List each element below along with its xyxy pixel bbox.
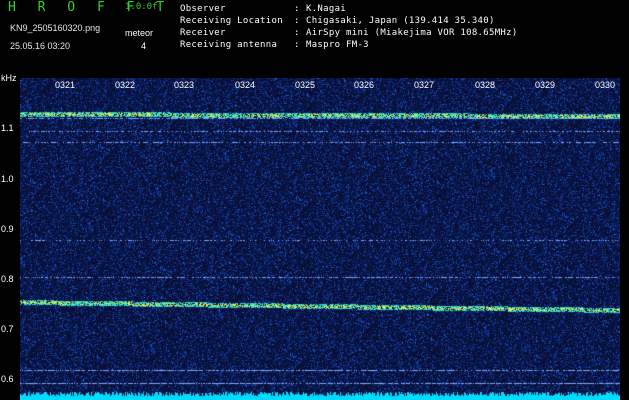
info-sep: : — [294, 16, 300, 26]
spectrogram-panel — [20, 78, 620, 400]
info-row-receiver: Receiver : AirSpy mini (Miakejima VOR 10… — [180, 27, 518, 39]
info-value: Maspro FM-3 — [306, 40, 369, 50]
x-tick-label: 0330 — [595, 80, 616, 90]
y-axis-unit: kHz — [1, 73, 17, 83]
y-tick-label: 0.6 — [1, 374, 14, 384]
x-tick-label: 0329 — [535, 80, 556, 90]
station-info: Observer : K.Nagai Receiving Location : … — [180, 3, 518, 51]
x-tick-label: 0328 — [475, 80, 496, 90]
y-tick-label: 0.7 — [1, 324, 14, 334]
y-tick-label: 1.0 — [1, 174, 14, 184]
waterfall-spectrogram — [20, 78, 620, 400]
info-row-antenna: Receiving antenna : Maspro FM-3 — [180, 39, 518, 51]
info-key: Observer — [180, 4, 226, 14]
x-tick-label: 0321 — [55, 80, 76, 90]
info-key: Receiver — [180, 28, 226, 38]
filename-label: KN9_2505160320.png — [10, 23, 101, 33]
meteor-count-label: meteor — [125, 28, 154, 38]
info-sep: : — [294, 4, 300, 14]
info-sep: : — [294, 40, 300, 50]
x-tick-label: 0325 — [295, 80, 316, 90]
x-tick-label: 0322 — [115, 80, 136, 90]
info-row-observer: Observer : K.Nagai — [180, 3, 518, 15]
info-key: Receiving Location — [180, 16, 283, 26]
datetime-label: 25.05.16 03:20 — [10, 41, 71, 51]
y-tick-label: 0.8 — [1, 274, 14, 284]
y-tick-label: 0.9 — [1, 224, 14, 234]
version-label: 1.0.0f — [125, 2, 158, 12]
meteor-count-value: 4 — [141, 41, 147, 51]
x-tick-label: 0324 — [235, 80, 256, 90]
y-tick-label: 1.1 — [1, 123, 14, 133]
info-value: AirSpy mini (Miakejima VOR 108.65MHz) — [306, 28, 518, 38]
x-tick-label: 0327 — [414, 80, 435, 90]
info-key: Receiving antenna — [180, 40, 278, 50]
info-row-location: Receiving Location : Chigasaki, Japan (1… — [180, 15, 518, 27]
x-tick-label: 0326 — [354, 80, 375, 90]
info-sep: : — [294, 28, 300, 38]
info-value: Chigasaki, Japan (139.414 35.340) — [306, 16, 495, 26]
x-tick-label: 0323 — [174, 80, 195, 90]
header-panel: H R O F F T 1.0.0f KN9_2505160320.png 25… — [0, 0, 629, 72]
info-value: K.Nagai — [306, 4, 347, 14]
